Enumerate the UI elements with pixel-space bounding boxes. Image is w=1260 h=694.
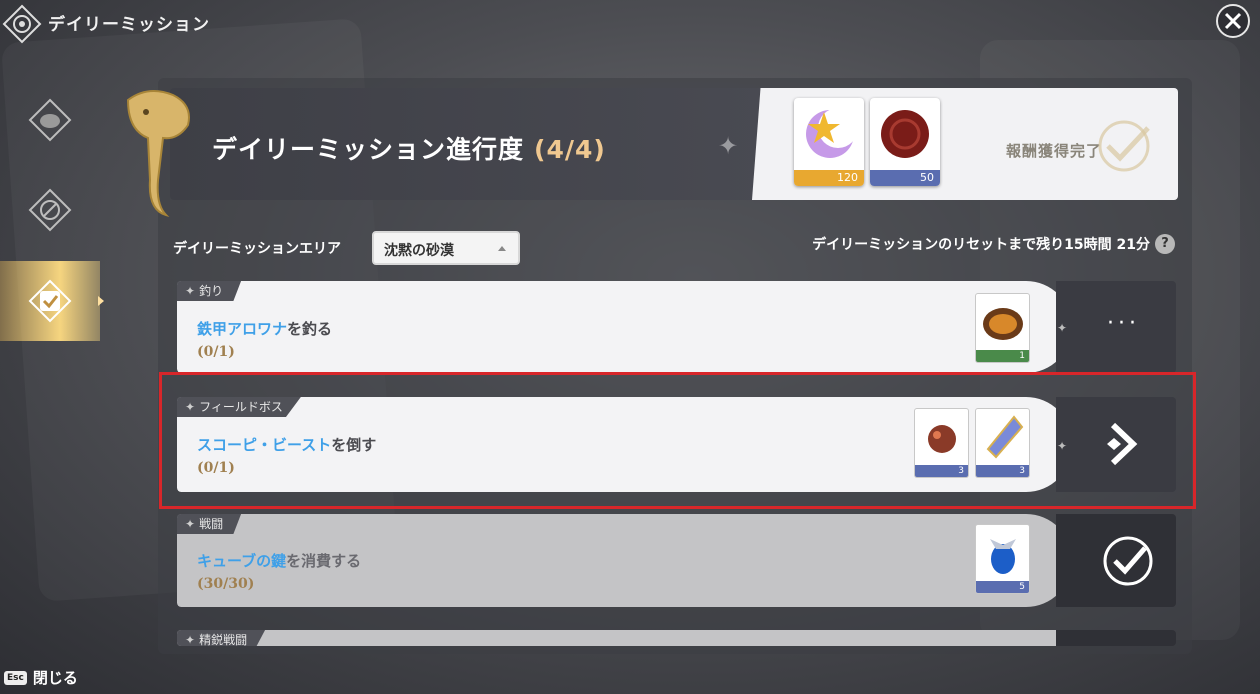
area-select[interactable]: 沈黙の砂漠 [372,231,520,265]
compass-icon [28,188,72,232]
close-button[interactable] [1216,4,1250,38]
reward-item-grilled-fish[interactable]: 1 [975,293,1030,363]
side-nav [0,80,110,380]
item-qty: 1 [976,350,1029,362]
daily-mission-logo-icon [2,4,42,44]
help-icon[interactable]: ? [1155,234,1175,254]
moon-star-icon [806,108,858,158]
esc-key-badge: Esc [4,670,27,685]
mission-category-tag: ✦ 戦闘 [177,514,242,534]
close-icon [1224,12,1242,30]
sidebar-item-compass[interactable] [0,170,100,250]
sidebar-item-emblem[interactable] [0,80,100,160]
blue-gem-icon [990,539,1016,574]
reward-qty: 50 [870,170,940,186]
close-label: 閉じる [32,669,78,687]
grilled-fish-icon [983,308,1023,340]
caret-up-icon [498,246,506,251]
mission-card[interactable]: ✦ 釣り 鉄甲アロワナを釣る (0/1) 1 ✦ ··· [177,281,1176,373]
sidebar-item-daily[interactable] [0,261,100,341]
compass-animal-icon [28,98,72,142]
sparkle-icon: ✦ [718,132,739,160]
close-footer-button[interactable]: Esc 閉じる [4,667,78,688]
selection-highlight [159,372,1196,509]
reward-card-moon-star[interactable]: 120 [794,98,864,186]
mission-card[interactable]: ✦ 戦闘 キューブの鍵を消費する (30/30) 5 [177,514,1176,607]
mission-name: キューブの鍵を消費する [197,552,362,570]
progress-title: デイリーミッション進行度 (4/4) [212,130,606,166]
mission-status-panel [1056,630,1176,646]
mission-category-tag: ✦ 精鋭戦闘 [177,630,266,646]
area-label: デイリーミッションエリア [173,241,341,257]
mission-card[interactable]: ✦ 精鋭戦闘 [177,630,1176,646]
area-select-value: 沈黙の砂漠 [384,243,454,259]
clipboard-check-icon [28,279,72,323]
completed-check-icon [1103,536,1153,586]
mission-progress: (0/1) [197,344,235,360]
rewards-claimed-label: 報酬獲得完了 [1006,142,1103,160]
active-indicator-arrow [98,296,104,306]
reward-item-blue-gem[interactable]: 5 [975,524,1030,594]
page-title: デイリーミッション [48,15,210,35]
mission-target: キューブの鍵 [197,552,287,570]
boar-emblem-icon [126,90,190,217]
progress-title-label: デイリーミッション進行度 [212,135,525,164]
reward-qty: 120 [794,170,864,186]
item-qty: 5 [976,581,1029,593]
top-header: デイリーミッション [0,0,400,44]
mission-category-tag: ✦ 釣り [177,281,242,301]
wax-seal-icon [881,110,929,158]
more-options-icon[interactable]: ··· [1107,311,1140,336]
mission-body [177,630,1072,646]
mission-progress: (30/30) [197,576,255,592]
mission-name: 鉄甲アロワナを釣る [197,320,333,338]
plus-icon: ✦ [1057,321,1068,335]
mission-target: 鉄甲アロワナ [197,320,288,338]
reward-card-wax-seal[interactable]: 50 [870,98,940,186]
progress-count: (4/4) [534,135,606,164]
claimed-check-icon [1098,120,1150,172]
reset-timer: デイリーミッションのリセットまで残り15時間 21分 [812,237,1150,253]
